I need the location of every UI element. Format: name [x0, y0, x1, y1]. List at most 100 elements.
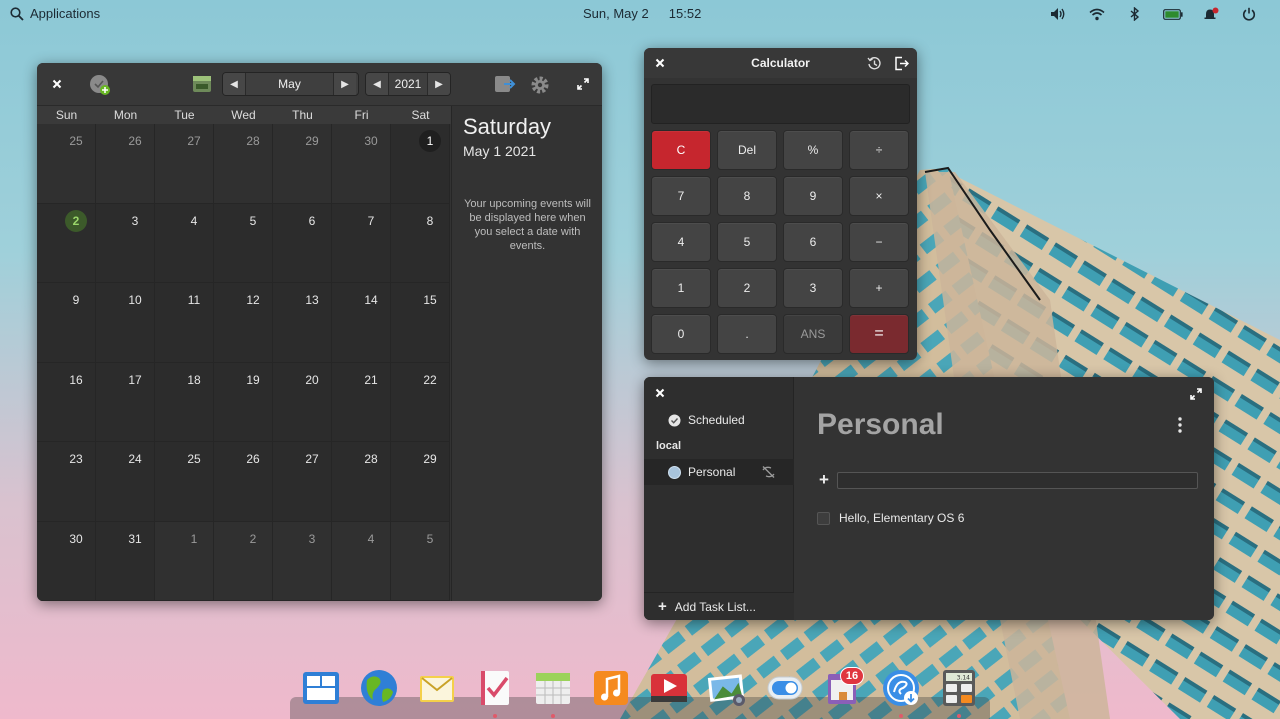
- notifications-icon[interactable]: [1192, 5, 1230, 23]
- tasks-icon[interactable]: [475, 668, 515, 708]
- decimal-key[interactable]: .: [717, 314, 777, 354]
- day-cell[interactable]: 23: [37, 442, 96, 522]
- day-cell[interactable]: 27: [155, 124, 214, 204]
- day-cell[interactable]: 9: [37, 283, 96, 363]
- day-cell[interactable]: 15: [391, 283, 450, 363]
- day-cell[interactable]: 14: [332, 283, 391, 363]
- day-cell[interactable]: 11: [155, 283, 214, 363]
- calendar-icon[interactable]: [533, 668, 573, 708]
- day-cell[interactable]: 3: [96, 203, 155, 283]
- key-9[interactable]: 9: [783, 176, 843, 216]
- photos-icon[interactable]: [707, 668, 747, 708]
- day-cell[interactable]: 26: [96, 124, 155, 204]
- calculator-display[interactable]: [651, 84, 910, 124]
- bluetooth-icon[interactable]: [1116, 5, 1154, 23]
- day-cell[interactable]: 28: [332, 442, 391, 522]
- add-event-button[interactable]: [89, 74, 111, 96]
- task-checkbox[interactable]: [817, 511, 830, 525]
- day-cell[interactable]: 10: [96, 283, 155, 363]
- month-prev-button[interactable]: ◀: [223, 73, 245, 95]
- day-cell[interactable]: 31: [96, 521, 155, 601]
- web-browser-icon[interactable]: [359, 668, 399, 708]
- day-cell[interactable]: 4: [332, 521, 391, 601]
- close-button[interactable]: [653, 386, 667, 400]
- multiply-key[interactable]: ×: [849, 176, 909, 216]
- percent-key[interactable]: %: [783, 130, 843, 170]
- day-cell[interactable]: 26: [214, 442, 273, 522]
- videos-icon[interactable]: [649, 668, 689, 708]
- day-cell[interactable]: 27: [273, 442, 332, 522]
- key-8[interactable]: 8: [717, 176, 777, 216]
- day-cell[interactable]: 13: [273, 283, 332, 363]
- day-cell[interactable]: 19: [214, 362, 273, 442]
- add-task-button[interactable]: +: [817, 471, 831, 488]
- task-title[interactable]: Hello, Elementary OS 6: [839, 511, 964, 525]
- datetime-indicator[interactable]: Sun, May 2 15:52: [583, 6, 701, 21]
- add-key[interactable]: +: [849, 268, 909, 308]
- music-icon[interactable]: [591, 668, 631, 708]
- day-cell[interactable]: 24: [96, 442, 155, 522]
- extended-mode-button[interactable]: [893, 55, 909, 71]
- ans-key[interactable]: ANS: [783, 314, 843, 354]
- year-next-button[interactable]: ▶: [428, 73, 450, 95]
- key-5[interactable]: 5: [717, 222, 777, 262]
- key-2[interactable]: 2: [717, 268, 777, 308]
- day-cell[interactable]: 30: [37, 521, 96, 601]
- calculator-icon[interactable]: 3.14: [939, 668, 979, 708]
- day-cell[interactable]: 3: [273, 521, 332, 601]
- day-cell[interactable]: 16: [37, 362, 96, 442]
- mail-icon[interactable]: [417, 668, 457, 708]
- day-cell[interactable]: 17: [96, 362, 155, 442]
- day-cell[interactable]: 6: [273, 203, 332, 283]
- year-prev-button[interactable]: ◀: [366, 73, 388, 95]
- volume-icon[interactable]: [1040, 5, 1078, 23]
- key-4[interactable]: 4: [651, 222, 711, 262]
- key-3[interactable]: 3: [783, 268, 843, 308]
- day-cell[interactable]: 1: [155, 521, 214, 601]
- add-task-list-button[interactable]: + Add Task List...: [644, 592, 794, 620]
- power-icon[interactable]: [1230, 5, 1268, 23]
- sidebar-item-scheduled[interactable]: Scheduled: [644, 407, 794, 433]
- history-button[interactable]: [866, 55, 882, 71]
- equals-key[interactable]: =: [849, 314, 909, 354]
- day-cell[interactable]: 29: [391, 442, 450, 522]
- day-cell[interactable]: 18: [155, 362, 214, 442]
- day-cell[interactable]: 22: [391, 362, 450, 442]
- maximize-button[interactable]: [1189, 387, 1203, 401]
- settings-button[interactable]: [529, 74, 551, 96]
- key-1[interactable]: 1: [651, 268, 711, 308]
- key-0[interactable]: 0: [651, 314, 711, 354]
- applications-menu[interactable]: Applications: [10, 6, 100, 21]
- divide-key[interactable]: ÷: [849, 130, 909, 170]
- day-cell[interactable]: 25: [37, 124, 96, 204]
- day-cell[interactable]: 2: [37, 203, 96, 283]
- close-button[interactable]: [49, 76, 65, 92]
- day-cell[interactable]: 5: [214, 203, 273, 283]
- clear-key[interactable]: C: [651, 130, 711, 170]
- day-cell[interactable]: 1: [391, 124, 450, 204]
- day-cell[interactable]: 5: [391, 521, 450, 601]
- export-button[interactable]: [494, 74, 516, 94]
- day-cell[interactable]: 7: [332, 203, 391, 283]
- wifi-icon[interactable]: [1078, 5, 1116, 23]
- day-cell[interactable]: 4: [155, 203, 214, 283]
- maximize-button[interactable]: [575, 76, 591, 92]
- installer-icon[interactable]: [881, 668, 921, 708]
- day-cell[interactable]: 30: [332, 124, 391, 204]
- battery-icon[interactable]: [1154, 5, 1192, 23]
- day-cell[interactable]: 28: [214, 124, 273, 204]
- day-cell[interactable]: 21: [332, 362, 391, 442]
- month-next-button[interactable]: ▶: [334, 73, 356, 95]
- multitasking-view-icon[interactable]: [301, 668, 341, 708]
- settings-icon[interactable]: [765, 668, 805, 708]
- day-cell[interactable]: 8: [391, 203, 450, 283]
- subtract-key[interactable]: −: [849, 222, 909, 262]
- day-cell[interactable]: 2: [214, 521, 273, 601]
- key-7[interactable]: 7: [651, 176, 711, 216]
- day-cell[interactable]: 25: [155, 442, 214, 522]
- sidebar-item-personal[interactable]: Personal: [644, 459, 794, 485]
- key-6[interactable]: 6: [783, 222, 843, 262]
- day-cell[interactable]: 20: [273, 362, 332, 442]
- new-task-input[interactable]: [837, 472, 1198, 489]
- today-button[interactable]: [192, 75, 212, 93]
